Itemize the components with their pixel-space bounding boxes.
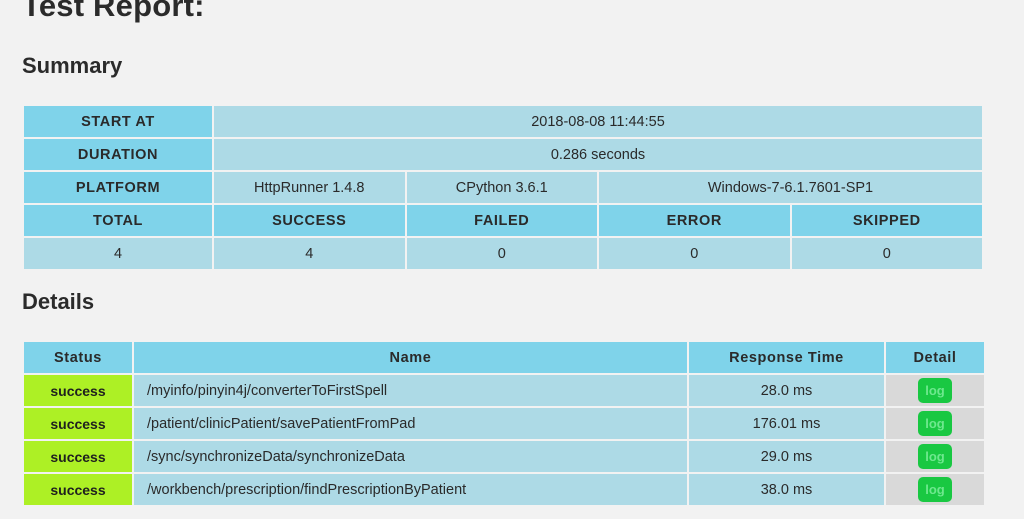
log-button[interactable]: log [918, 411, 952, 436]
detail-cell: log [886, 474, 984, 505]
summary-row-stat-values: 4 4 0 0 0 [24, 238, 982, 269]
log-button[interactable]: log [918, 444, 952, 469]
log-button[interactable]: log [918, 477, 952, 502]
summary-label-duration: DURATION [24, 139, 212, 170]
page-title: Test Report: [22, 0, 205, 23]
detail-cell: log [886, 441, 984, 472]
summary-label-platform: PLATFORM [24, 172, 212, 203]
summary-value-failed: 0 [406, 238, 597, 269]
summary-header-error: ERROR [599, 205, 790, 236]
table-row: success /patient/clinicPatient/savePatie… [24, 408, 984, 439]
summary-heading: Summary [22, 53, 123, 78]
table-row: success /sync/synchronizeData/synchroniz… [24, 441, 984, 472]
response-time-value: 38.0 ms [689, 474, 884, 505]
request-name: /patient/clinicPatient/savePatientFromPa… [134, 408, 687, 439]
test-report-page: Test Report: Summary START AT 2018-08-08… [0, 0, 1024, 519]
status-badge: success [24, 474, 132, 505]
summary-label-start-at: START AT [24, 106, 212, 137]
summary-row-platform: PLATFORM HttpRunner 1.4.8 CPython 3.6.1 … [24, 172, 982, 203]
details-column-status: Status [24, 342, 132, 373]
summary-value-error: 0 [599, 238, 790, 269]
request-name: /sync/synchronizeData/synchronizeData [134, 441, 687, 472]
details-column-response-time: Response Time [689, 342, 884, 373]
summary-table: START AT 2018-08-08 11:44:55 DURATION 0.… [22, 104, 984, 271]
summary-value-total: 4 [24, 238, 212, 269]
summary-value-start-at: 2018-08-08 11:44:55 [214, 106, 982, 137]
summary-value-os: Windows-7-6.1.7601-SP1 [599, 172, 982, 203]
summary-value-success: 4 [214, 238, 405, 269]
response-time-value: 29.0 ms [689, 441, 884, 472]
status-badge: success [24, 408, 132, 439]
status-badge: success [24, 375, 132, 406]
details-column-detail: Detail [886, 342, 984, 373]
detail-cell: log [886, 375, 984, 406]
details-header-row: Status Name Response Time Detail [24, 342, 984, 373]
detail-cell: log [886, 408, 984, 439]
details-column-name: Name [134, 342, 687, 373]
summary-row-stat-headers: TOTAL SUCCESS FAILED ERROR SKIPPED [24, 205, 982, 236]
details-heading: Details [22, 289, 95, 314]
table-row: success /myinfo/pinyin4j/converterToFirs… [24, 375, 984, 406]
response-time-value: 176.01 ms [689, 408, 884, 439]
response-time-value: 28.0 ms [689, 375, 884, 406]
summary-value-interpreter: CPython 3.6.1 [406, 172, 597, 203]
summary-header-total: TOTAL [24, 205, 212, 236]
summary-header-skipped: SKIPPED [791, 205, 982, 236]
status-badge: success [24, 441, 132, 472]
summary-value-runner: HttpRunner 1.4.8 [214, 172, 405, 203]
details-table: Status Name Response Time Detail success… [22, 340, 986, 507]
table-row: success /workbench/prescription/findPres… [24, 474, 984, 505]
summary-header-failed: FAILED [406, 205, 597, 236]
summary-header-success: SUCCESS [214, 205, 405, 236]
summary-value-duration: 0.286 seconds [214, 139, 982, 170]
request-name: /workbench/prescription/findPrescription… [134, 474, 687, 505]
summary-row-start-at: START AT 2018-08-08 11:44:55 [24, 106, 982, 137]
request-name: /myinfo/pinyin4j/converterToFirstSpell [134, 375, 687, 406]
log-button[interactable]: log [918, 378, 952, 403]
summary-value-skipped: 0 [791, 238, 982, 269]
summary-row-duration: DURATION 0.286 seconds [24, 139, 982, 170]
